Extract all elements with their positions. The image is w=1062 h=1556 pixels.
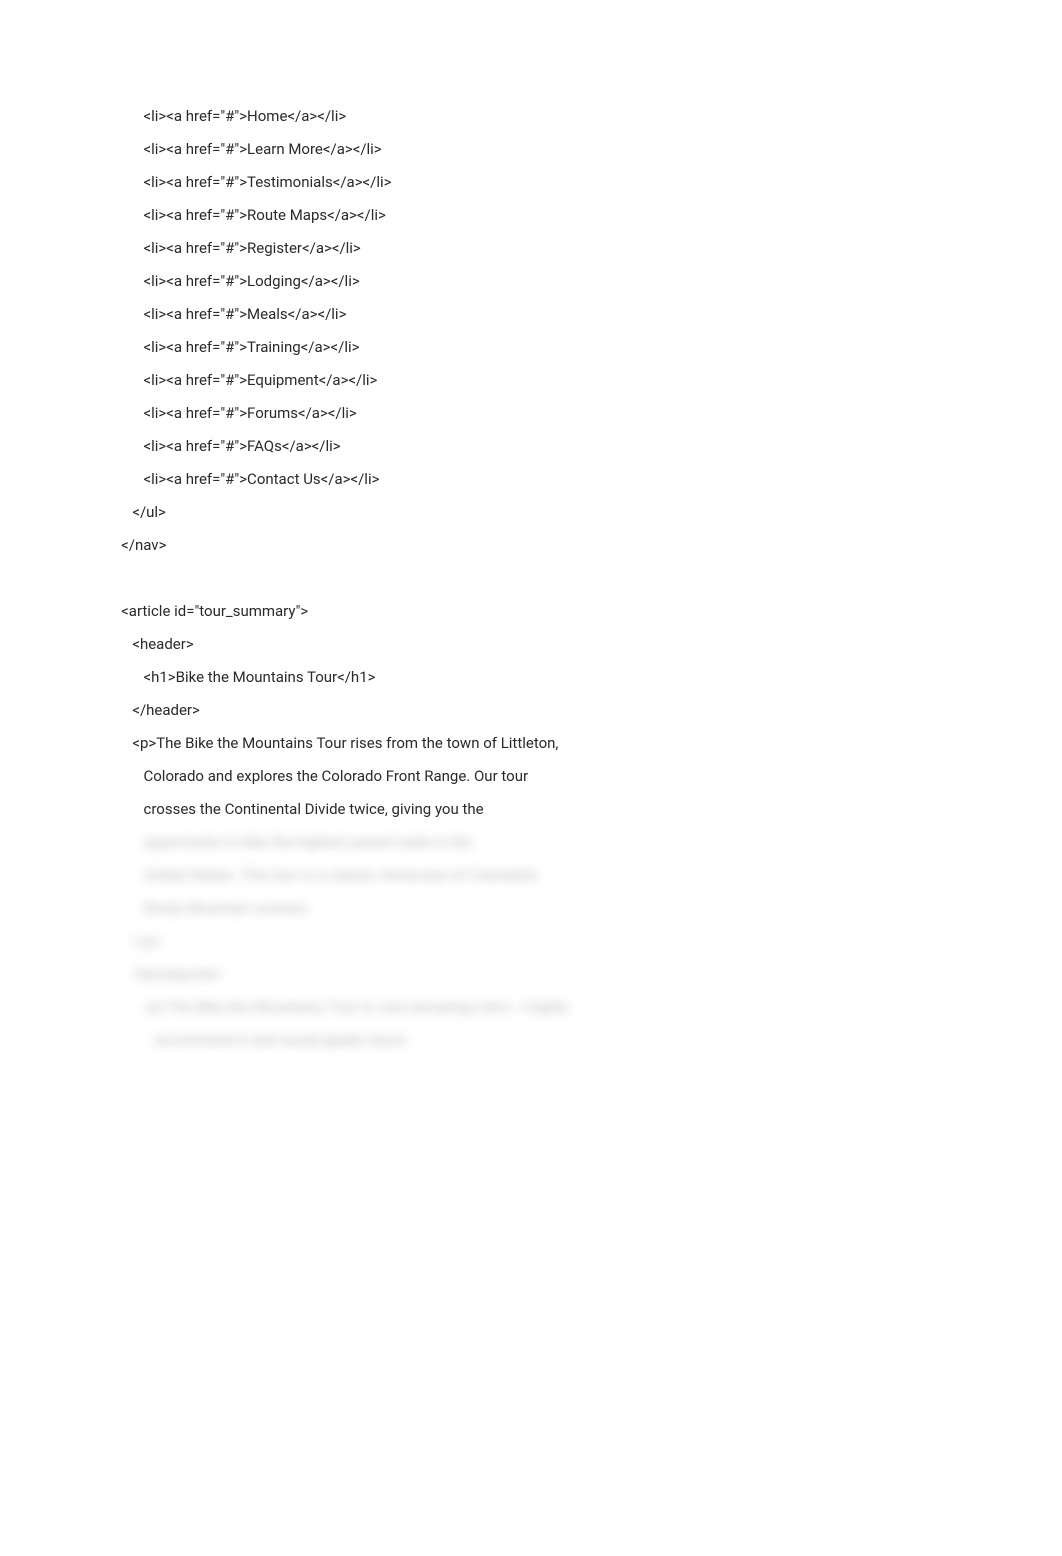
- code-line: Colorado and explores the Colorado Front…: [110, 760, 972, 793]
- code-line: recommend it and would gladly return.: [110, 1024, 972, 1057]
- code-line: </ul>: [110, 496, 972, 529]
- code-line: <li><a href="#">Equipment</a></li>: [110, 364, 972, 397]
- blank-line: [110, 562, 972, 595]
- code-line: <li><a href="#">Home</a></li>: [110, 100, 972, 133]
- code-line: <article id="tour_summary">: [110, 595, 972, 628]
- code-line: opportunity to bike the highest paved ro…: [110, 826, 972, 859]
- code-line: </header>: [110, 694, 972, 727]
- code-line: <li><a href="#">Contact Us</a></li>: [110, 463, 972, 496]
- code-snippet: <li><a href="#">Home</a></li> <li><a hre…: [110, 100, 972, 1057]
- code-line: <h1>Bike the Mountains Tour</h1>: [110, 661, 972, 694]
- code-line: crosses the Continental Divide twice, gi…: [110, 793, 972, 826]
- code-line: </nav>: [110, 529, 972, 562]
- code-line: <li><a href="#">Learn More</a></li>: [110, 133, 972, 166]
- code-line: <li><a href="#">Meals</a></li>: [110, 298, 972, 331]
- code-line: <li><a href="#">FAQs</a></li>: [110, 430, 972, 463]
- code-line: Rocky Mountain scenery.: [110, 892, 972, 925]
- code-line: <li><a href="#">Forums</a></li>: [110, 397, 972, 430]
- code-line: <li><a href="#">Lodging</a></li>: [110, 265, 972, 298]
- code-line: </p>: [110, 925, 972, 958]
- code-line: <blockquote>: [110, 958, 972, 991]
- code-line: <header>: [110, 628, 972, 661]
- code-line: <li><a href="#">Register</a></li>: [110, 232, 972, 265]
- code-line: <p>The Bike the Mountains Tour rises fro…: [110, 727, 972, 760]
- code-line: United States. This tour is a classic sh…: [110, 859, 972, 892]
- code-line: <li><a href="#">Route Maps</a></li>: [110, 199, 972, 232]
- code-line: <p>The Bike the Mountains Tour is <em>am…: [110, 991, 972, 1024]
- code-line: <li><a href="#">Testimonials</a></li>: [110, 166, 972, 199]
- code-line: <li><a href="#">Training</a></li>: [110, 331, 972, 364]
